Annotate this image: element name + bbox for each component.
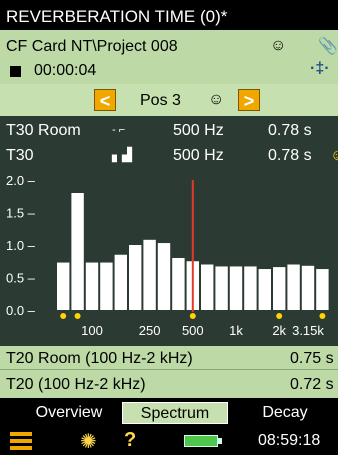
t30-room-value: 0.78 s bbox=[268, 122, 312, 139]
y-tick-label: 1.0 – bbox=[6, 238, 36, 253]
quality-flag-dot bbox=[74, 313, 81, 319]
quality-flag-dot bbox=[319, 313, 326, 319]
battery-tip bbox=[218, 438, 222, 444]
clock-time: 08:59:18 bbox=[258, 432, 321, 449]
x-tick-label: 1k bbox=[229, 323, 243, 338]
smiley-icon: ☺ bbox=[330, 147, 338, 165]
smiley-icon: ☺ bbox=[270, 37, 287, 54]
transducer-icon[interactable]: ·‡· bbox=[310, 60, 330, 78]
summary-panel: T20 Room (100 Hz-2 kHz) 0.75 s T20 (100 … bbox=[0, 346, 338, 398]
t20-summary-row[interactable]: T20 (100 Hz-2 kHz) 0.72 s bbox=[0, 372, 338, 396]
x-tick-label: 2k bbox=[272, 323, 286, 338]
t30-value: 0.78 s bbox=[268, 147, 312, 164]
paperclip-icon[interactable]: 📎 bbox=[318, 36, 338, 56]
spectrum-bar bbox=[301, 265, 315, 310]
reverberation-spectrum-chart[interactable]: 0.0 – 0.5 – 1.0 – 1.5 – 2.0 – 100 250 500 1k 2k 3.… bbox=[0, 170, 338, 346]
spectrum-bar bbox=[287, 264, 300, 310]
spectrum-bar bbox=[273, 267, 286, 310]
t20-summary-label: T20 (100 Hz-2 kHz) bbox=[6, 376, 146, 393]
menu-icon[interactable] bbox=[10, 432, 32, 450]
t20-room-summary-value: 0.75 s bbox=[290, 350, 334, 367]
spectrum-bar bbox=[258, 269, 271, 310]
t30-row[interactable]: T30 ▖▟ 500 Hz 0.78 s ☺ bbox=[0, 147, 338, 169]
y-tick-label: 2.0 – bbox=[6, 173, 36, 188]
position-label: Pos 3 bbox=[140, 92, 181, 109]
spectrum-bar bbox=[85, 262, 99, 310]
spectrum-bar bbox=[100, 262, 113, 310]
t30-room-row[interactable]: T30 Room - ⌐ 500 Hz 0.78 s bbox=[0, 122, 338, 144]
spectrum-bar bbox=[71, 193, 84, 310]
measurement-info: CF Card NT\Project 008 ☺ 📎 00:00:04 ·‡· bbox=[0, 30, 338, 84]
smiley-icon: ☺ bbox=[208, 91, 225, 108]
x-tick-label: 100 bbox=[81, 323, 103, 338]
y-tick-label: 0.5 – bbox=[6, 271, 36, 286]
t30-room-label: T30 Room bbox=[6, 122, 81, 139]
spectrum-bar bbox=[114, 254, 127, 310]
help-icon[interactable]: ? bbox=[124, 429, 136, 452]
previous-position-button[interactable]: < bbox=[94, 89, 116, 111]
spectrum-bar bbox=[201, 264, 214, 310]
quality-flag-dot bbox=[189, 313, 196, 319]
t30-label: T30 bbox=[6, 147, 34, 164]
spectrum-bar bbox=[143, 239, 156, 310]
position-selector: < Pos 3 ☺ > bbox=[0, 84, 338, 116]
y-tick-label: 0.0 – bbox=[6, 303, 36, 318]
project-path[interactable]: CF Card NT\Project 008 bbox=[6, 38, 178, 56]
spectrum-bar bbox=[57, 262, 70, 310]
spectrum-bar bbox=[215, 266, 228, 310]
elapsed-time: 00:00:04 bbox=[34, 62, 97, 79]
tab-spectrum[interactable]: Spectrum bbox=[122, 402, 228, 424]
status-bar: ✺ ? 08:59:18 bbox=[0, 426, 338, 455]
next-position-button[interactable]: > bbox=[238, 89, 260, 111]
spectrum-bars-icon: ▖▟ bbox=[112, 147, 132, 162]
app-title: REVERBERATION TIME (0)* bbox=[0, 0, 338, 30]
tab-decay[interactable]: Decay bbox=[250, 402, 320, 424]
spectrum-bar bbox=[229, 266, 243, 310]
stop-icon[interactable] bbox=[10, 66, 21, 77]
quality-flag-dot bbox=[276, 313, 283, 319]
x-tick-label: 250 bbox=[139, 323, 161, 338]
t20-room-summary-label: T20 Room (100 Hz-2 kHz) bbox=[6, 350, 193, 367]
t30-frequency: 500 Hz bbox=[173, 147, 224, 164]
view-tabs: Overview Spectrum Decay bbox=[0, 398, 338, 426]
y-tick-label: 1.5 – bbox=[6, 206, 36, 221]
x-tick-label: 500 bbox=[182, 323, 204, 338]
spectrum-bar bbox=[244, 266, 257, 310]
spectrum-bar bbox=[157, 243, 171, 310]
quality-flag-dot bbox=[60, 313, 67, 319]
spectrum-bar bbox=[172, 258, 185, 310]
t20-summary-value: 0.72 s bbox=[290, 376, 334, 393]
t30-room-frequency: 500 Hz bbox=[173, 122, 224, 139]
t20-room-summary-row[interactable]: T20 Room (100 Hz-2 kHz) 0.75 s bbox=[0, 346, 338, 370]
spectrum-bar bbox=[316, 269, 329, 310]
spectrum-bar bbox=[129, 245, 142, 310]
battery-icon bbox=[184, 435, 218, 447]
x-tick-label: 3.15k bbox=[292, 323, 324, 338]
decay-curve-icon: - ⌐ bbox=[112, 124, 126, 136]
bulb-icon[interactable]: ✺ bbox=[80, 429, 97, 454]
tab-overview[interactable]: Overview bbox=[26, 402, 112, 424]
